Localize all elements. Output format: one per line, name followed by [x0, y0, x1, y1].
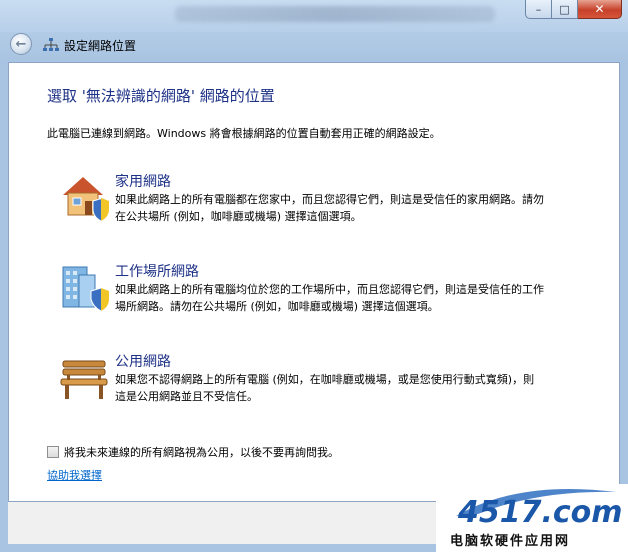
option-title: 家用網路 — [115, 174, 171, 190]
watermark-subtitle: 电脑软硬件应用网 — [450, 534, 571, 549]
minimize-button[interactable]: – — [525, 0, 552, 19]
option-title: 工作場所網路 — [115, 264, 199, 280]
page-heading: 選取 '無法辨識的網路' 網路的位置 — [47, 87, 275, 105]
option-description: 如果此網路上的所有電腦均位於您的工作場所中，而且您認得它們，則這是受信任的工作場… — [115, 283, 544, 313]
close-button[interactable]: ✕ — [578, 0, 622, 19]
treat-all-public-checkbox[interactable] — [47, 446, 59, 458]
public-checkbox-row[interactable]: 將我未來連線的所有網路視為公用，以後不要再詢問我。 — [47, 444, 339, 460]
blurred-title-text — [175, 6, 495, 22]
back-arrow-icon: ← — [15, 36, 27, 52]
watermark: 4517.com 电脑软硬件应用网 — [436, 484, 628, 552]
back-button[interactable]: ← — [10, 33, 32, 55]
home-network-icon — [63, 177, 110, 222]
option-public-network[interactable]: 公用網路 如果您不認得網路上的所有電腦 (例如，在咖啡廳或機場，或是您使用行動式… — [59, 351, 559, 421]
window-controls: – □ ✕ — [525, 0, 622, 20]
navigation-bar: ← 設定網路位置 — [8, 30, 620, 60]
option-description: 如果此網路上的所有電腦都在您家中，而且您認得它們，則這是受信任的家用網路。請勿在… — [115, 193, 544, 223]
maximize-button[interactable]: □ — [552, 0, 578, 19]
page-description: 此電腦已連線到網路。Windows 將會根據網路的位置自動套用正確的網路設定。 — [47, 127, 441, 140]
work-network-icon — [62, 266, 110, 312]
option-work-network[interactable]: 工作場所網路 如果此網路上的所有電腦均位於您的工作場所中，而且您認得它們，則這是… — [59, 261, 559, 331]
window-title: 設定網路位置 — [64, 39, 137, 53]
title-bar: – □ ✕ — [0, 0, 628, 32]
network-icon — [43, 38, 59, 51]
public-network-icon — [60, 360, 108, 399]
watermark-logo: 4517.com — [456, 489, 623, 526]
option-title: 公用網路 — [115, 354, 171, 370]
option-home-network[interactable]: 家用網路 如果此網路上的所有電腦都在您家中，而且您認得它們，則這是受信任的家用網… — [59, 171, 559, 241]
option-description: 如果您不認得網路上的所有電腦 (例如，在咖啡廳或機場，或是您使用行動式寬頻)，則… — [115, 373, 535, 403]
help-me-choose-link[interactable]: 協助我選擇 — [47, 467, 102, 483]
watermark-logo-text: 4517.com — [457, 495, 623, 526]
checkbox-label: 將我未來連線的所有網路視為公用，以後不要再詢問我。 — [64, 446, 339, 459]
content-panel: 選取 '無法辨識的網路' 網路的位置 此電腦已連線到網路。Windows 將會根… — [8, 62, 620, 502]
window: – □ ✕ ← 設定網路位置 選取 '無法辨識的網路' 網路的位置 此電腦已連線… — [0, 0, 628, 552]
